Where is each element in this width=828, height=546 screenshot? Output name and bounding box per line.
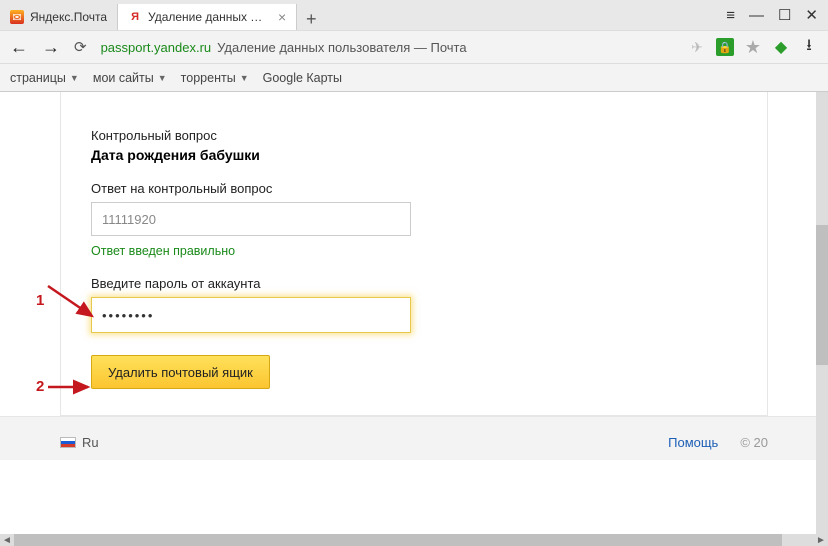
send-icon[interactable]: ✈	[688, 38, 706, 56]
chevron-down-icon: ▼	[158, 73, 167, 83]
yandex-icon: Я	[128, 10, 142, 24]
scroll-right-icon[interactable]: ►	[814, 535, 828, 546]
yandex-mail-icon: ✉	[10, 10, 24, 24]
shield-icon[interactable]: ◆	[772, 38, 790, 56]
bookmark-mysites[interactable]: мои сайты▼	[93, 71, 167, 85]
scroll-left-icon[interactable]: ◄	[0, 535, 14, 546]
browser-titlebar: ✉ Яндекс.Почта Я Удаление данных польз ×…	[0, 0, 828, 30]
tab-label: Яндекс.Почта	[30, 10, 107, 24]
chevron-down-icon: ▼	[240, 73, 249, 83]
tab-yandex-mail[interactable]: ✉ Яндекс.Почта	[0, 4, 118, 30]
scrollbar-thumb[interactable]	[816, 225, 828, 365]
tab-label: Удаление данных польз	[148, 10, 268, 24]
security-question-text: Дата рождения бабушки	[91, 147, 737, 163]
scrollbar-thumb[interactable]	[14, 534, 782, 546]
url-domain: passport.yandex.ru	[101, 40, 212, 55]
close-icon[interactable]: ×	[278, 9, 286, 25]
close-window-icon[interactable]: ✕	[805, 6, 818, 24]
password-label: Введите пароль от аккаунта	[91, 276, 737, 291]
ru-flag-icon	[60, 437, 76, 448]
address-bar-row: ← → ⟳ passport.yandex.ru Удаление данных…	[0, 30, 828, 64]
menu-icon[interactable]: ≡	[726, 7, 735, 24]
maximize-icon[interactable]: ☐	[778, 6, 791, 24]
answer-ok-hint: Ответ введен правильно	[91, 244, 737, 258]
vertical-scrollbar[interactable]	[816, 92, 828, 534]
download-icon[interactable]: ⭳	[800, 38, 818, 56]
help-link[interactable]: Помощь	[668, 435, 718, 450]
minimize-icon[interactable]: —	[749, 7, 764, 24]
lock-icon[interactable]: 🔒	[716, 38, 734, 56]
toolbar-icons: ✈ 🔒 ★ ◆ ⭳	[688, 38, 818, 56]
footer-lang[interactable]: Ru	[60, 435, 99, 450]
window-controls: ≡ — ☐ ✕	[716, 0, 828, 30]
bookmarks-bar: страницы▼ мои сайты▼ торренты▼ Google Ка…	[0, 64, 828, 92]
page-footer: Ru Помощь © 20	[0, 416, 828, 460]
delete-mailbox-card: Контрольный вопрос Дата рождения бабушки…	[60, 92, 768, 416]
security-question-label: Контрольный вопрос	[91, 128, 737, 143]
horizontal-scrollbar[interactable]: ◄ ►	[0, 534, 828, 546]
bookmark-google-maps[interactable]: Google Карты	[263, 71, 342, 85]
chevron-down-icon: ▼	[70, 73, 79, 83]
browser-tabs: ✉ Яндекс.Почта Я Удаление данных польз ×…	[0, 0, 716, 30]
password-input[interactable]	[91, 297, 411, 333]
bookmark-torrents[interactable]: торренты▼	[181, 71, 249, 85]
url-field[interactable]: passport.yandex.ru Удаление данных польз…	[101, 40, 674, 55]
delete-mailbox-button[interactable]: Удалить почтовый ящик	[91, 355, 270, 389]
answer-input[interactable]	[91, 202, 411, 236]
reload-icon[interactable]: ⟳	[74, 38, 87, 56]
page-viewport: Контрольный вопрос Дата рождения бабушки…	[0, 92, 828, 534]
url-path: Удаление данных пользователя — Почта	[217, 40, 466, 55]
forward-icon[interactable]: →	[42, 37, 60, 58]
answer-label: Ответ на контрольный вопрос	[91, 181, 737, 196]
tab-delete-data[interactable]: Я Удаление данных польз ×	[118, 4, 297, 30]
new-tab-button[interactable]: +	[297, 9, 325, 30]
copyright-text: © 20	[740, 435, 768, 450]
star-icon[interactable]: ★	[744, 38, 762, 56]
bookmark-pages[interactable]: страницы▼	[10, 71, 79, 85]
back-icon[interactable]: ←	[10, 37, 28, 58]
